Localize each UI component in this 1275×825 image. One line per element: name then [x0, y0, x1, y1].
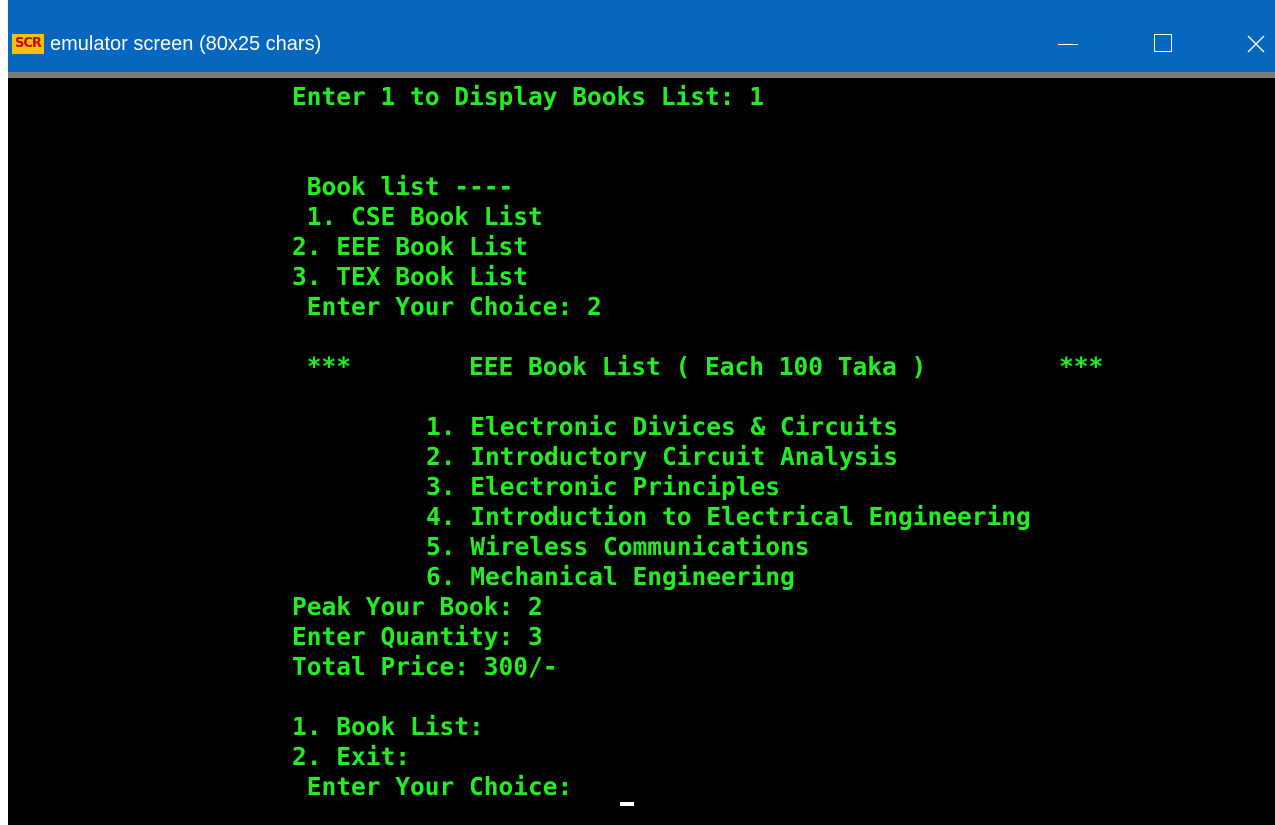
choice-prompt-line: Enter Your Choice: 2	[292, 292, 602, 321]
menu-item-cse: 1. CSE Book List	[292, 202, 543, 231]
final-menu-book-list: 1. Book List:	[292, 712, 484, 741]
maximize-icon	[1154, 34, 1172, 52]
book-item-5: 5. Wireless Communications	[426, 532, 810, 561]
quantity-line: Enter Quantity: 3	[292, 622, 543, 651]
emulator-window: SCR emulator screen (80x25 chars) Enter …	[0, 0, 1275, 825]
minimize-icon	[1058, 44, 1078, 45]
book-item-3: 3. Electronic Principles	[426, 472, 781, 501]
menu-item-eee: 2. EEE Book List	[292, 232, 529, 261]
book-item-1: 1. Electronic Divices & Circuits	[426, 412, 899, 441]
close-icon	[1247, 35, 1265, 53]
text-cursor	[620, 802, 634, 806]
total-price-line: Total Price: 300/-	[292, 652, 558, 681]
minimize-button[interactable]	[1048, 24, 1088, 64]
menu-header-line: Book list ----	[292, 172, 514, 201]
maximize-button[interactable]	[1144, 24, 1184, 64]
book-item-6: 6. Mechanical Engineering	[426, 562, 795, 591]
app-icon[interactable]: SCR	[12, 34, 44, 54]
book-item-4: 4. Introduction to Electrical Engineerin…	[426, 502, 1031, 531]
menu-item-tex: 3. TEX Book List	[292, 262, 529, 291]
book-item-2: 2. Introductory Circuit Analysis	[426, 442, 899, 471]
terminal-screen[interactable]: Enter 1 to Display Books List: 1 Book li…	[8, 78, 1275, 825]
final-choice-prompt: Enter Your Choice:	[292, 772, 588, 801]
book-list-header: *** EEE Book List ( Each 100 Taka ) ***	[292, 352, 1104, 381]
final-menu-exit: 2. Exit:	[292, 742, 411, 771]
window-edge	[0, 0, 8, 825]
close-button[interactable]	[1236, 24, 1275, 64]
display-prompt-line: Enter 1 to Display Books List: 1	[292, 82, 765, 111]
window-title: emulator screen (80x25 chars)	[50, 33, 322, 55]
peak-book-line: Peak Your Book: 2	[292, 592, 543, 621]
